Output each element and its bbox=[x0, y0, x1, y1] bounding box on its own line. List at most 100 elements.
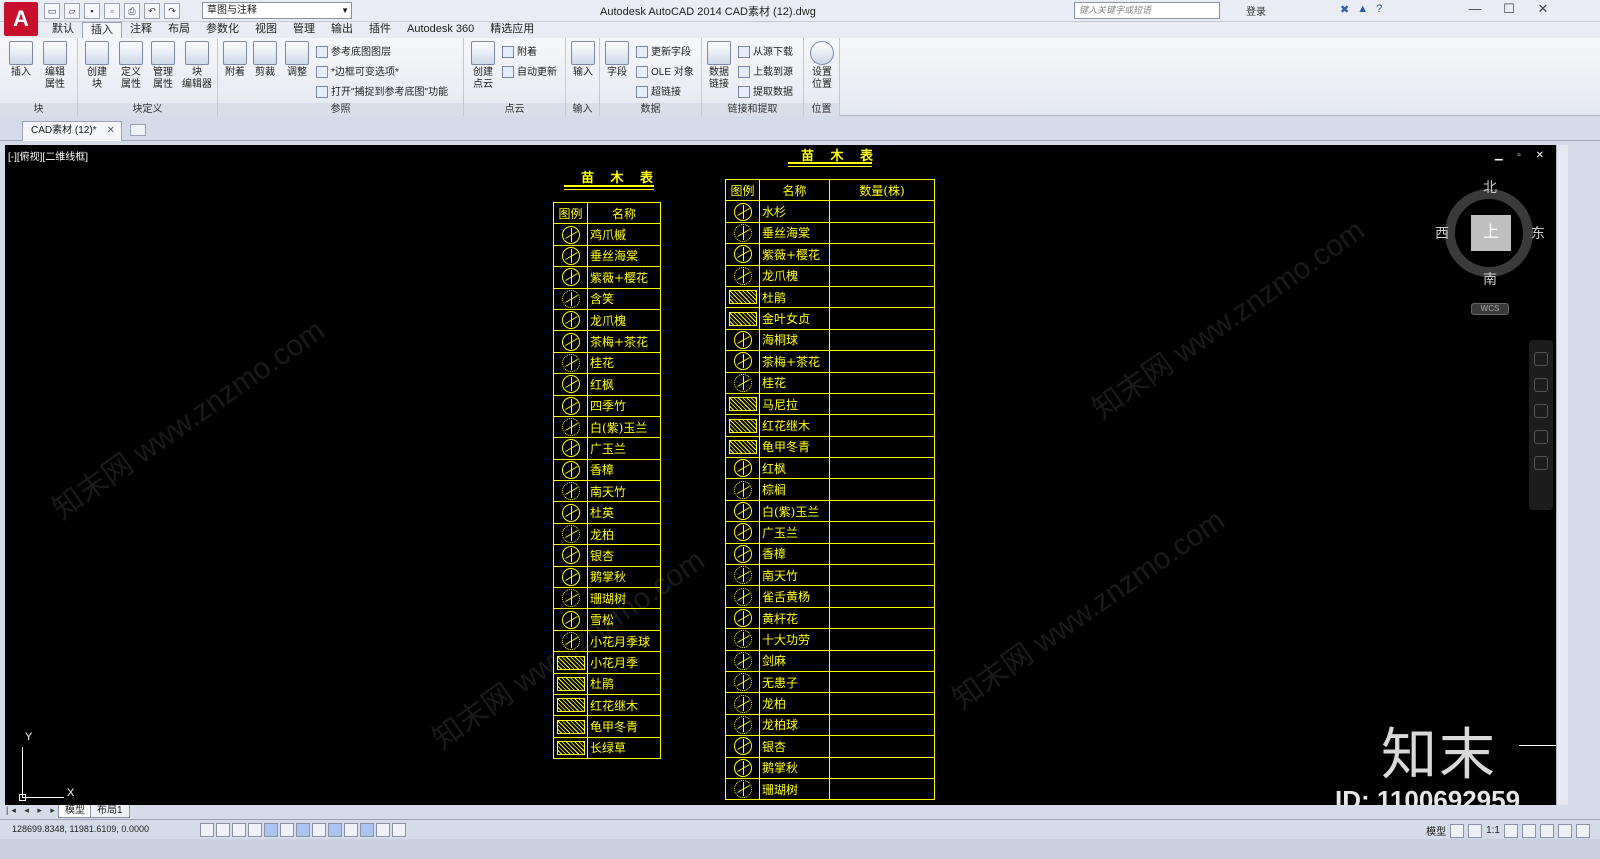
open-icon[interactable]: ▱ bbox=[64, 3, 80, 19]
snap-toggle[interactable] bbox=[200, 823, 214, 837]
qp-toggle[interactable] bbox=[376, 823, 390, 837]
tab-layout1[interactable]: 布局1 bbox=[90, 805, 130, 818]
polar-toggle[interactable] bbox=[248, 823, 262, 837]
field-button[interactable]: 字段 bbox=[602, 41, 632, 79]
login-button[interactable]: 登录 bbox=[1246, 3, 1266, 18]
panel-title[interactable]: 输入 bbox=[566, 103, 599, 116]
pan-icon[interactable] bbox=[1534, 378, 1548, 392]
maximize-button[interactable]: ☐ bbox=[1492, 0, 1526, 20]
pc-attach-button[interactable]: 附着 bbox=[502, 43, 537, 59]
app-menu-button[interactable]: A bbox=[4, 2, 38, 36]
tab-4[interactable]: 参数化 bbox=[198, 22, 247, 38]
drawing-viewport[interactable]: 知末网 www.znzmo.com 知末网 www.znzmo.com 知末网 … bbox=[5, 145, 1556, 805]
snap-underlay-button[interactable]: 打开"捕捉到参考底图"功能 bbox=[316, 83, 448, 99]
viewcube[interactable]: 上 北 南 东 西 bbox=[1435, 177, 1545, 287]
showmotion-icon[interactable] bbox=[1534, 456, 1548, 470]
orbit-icon[interactable] bbox=[1534, 430, 1548, 444]
set-location-button[interactable]: 设置 位置 bbox=[807, 41, 837, 91]
close-icon[interactable]: ✕ bbox=[107, 122, 115, 140]
compass-north[interactable]: 北 bbox=[1483, 177, 1497, 197]
panel-title[interactable]: 链接和提取 bbox=[702, 103, 803, 116]
panel-title[interactable]: 点云 bbox=[464, 103, 565, 116]
ole-object-button[interactable]: OLE 对象 bbox=[636, 63, 694, 79]
tab-1[interactable]: 插入 bbox=[82, 22, 122, 38]
otrack-toggle[interactable] bbox=[296, 823, 310, 837]
tab-3[interactable]: 布局 bbox=[160, 22, 198, 38]
viewcube-face[interactable]: 上 bbox=[1471, 215, 1511, 251]
upload-source-button[interactable]: 上载到源 bbox=[738, 63, 793, 79]
undo-icon[interactable]: ↶ bbox=[144, 3, 160, 19]
save-as-icon[interactable]: ▫ bbox=[104, 3, 120, 19]
update-fields-button[interactable]: 更新字段 bbox=[636, 43, 691, 59]
redo-icon[interactable]: ↷ bbox=[164, 3, 180, 19]
compass-west[interactable]: 西 bbox=[1435, 223, 1449, 243]
print-icon[interactable]: ⎙ bbox=[124, 3, 140, 19]
tab-2[interactable]: 注释 bbox=[122, 22, 160, 38]
viewport-controls[interactable]: ▁ ▫ ✕ bbox=[1495, 150, 1550, 161]
manage-attribute-button[interactable]: 管理 属性 bbox=[148, 41, 178, 91]
wcs-menu[interactable]: WCS bbox=[1471, 303, 1509, 315]
quick-view-drawings-icon[interactable] bbox=[1468, 823, 1483, 838]
ortho-toggle[interactable] bbox=[232, 823, 246, 837]
dyn-toggle[interactable] bbox=[328, 823, 342, 837]
tab-9[interactable]: Autodesk 360 bbox=[399, 22, 482, 38]
annotation-scale[interactable]: 1:1 bbox=[1486, 825, 1500, 836]
adjust-button[interactable]: 调整 bbox=[282, 41, 312, 79]
panel-title[interactable]: 块 bbox=[0, 103, 77, 116]
data-link-button[interactable]: 数据 链接 bbox=[704, 41, 734, 91]
underlay-layers-button[interactable]: 参考底图图层 bbox=[316, 43, 391, 59]
search-input[interactable]: 键入关键字或短语 bbox=[1074, 2, 1220, 19]
tab-5[interactable]: 视图 bbox=[247, 22, 285, 38]
tab-10[interactable]: 精选应用 bbox=[482, 22, 542, 38]
save-icon[interactable]: ▪ bbox=[84, 3, 100, 19]
tab-6[interactable]: 管理 bbox=[285, 22, 323, 38]
frame-options-select[interactable]: *边框可变选项* bbox=[316, 63, 399, 79]
tab-0[interactable]: 默认 bbox=[44, 22, 82, 38]
signin-icon[interactable]: ▲ bbox=[1357, 3, 1368, 16]
clip-button[interactable]: 剪裁 bbox=[250, 41, 280, 79]
edit-attribute-button[interactable]: 编辑 属性 bbox=[40, 41, 70, 91]
clean-screen-icon[interactable] bbox=[1576, 823, 1590, 838]
define-attribute-button[interactable]: 定义 属性 bbox=[116, 41, 146, 91]
steering-wheel-icon[interactable] bbox=[1534, 352, 1548, 366]
ducs-toggle[interactable] bbox=[312, 823, 326, 837]
extract-data-button[interactable]: 提取数据 bbox=[738, 83, 793, 99]
layout-nav-arrows[interactable]: |◂ ◂ ▸ ▸| bbox=[6, 805, 63, 816]
exchange-icon[interactable]: ✖ bbox=[1340, 3, 1349, 16]
lineweight-toggle[interactable] bbox=[344, 823, 358, 837]
import-button[interactable]: 输入 bbox=[568, 41, 598, 79]
viewport-label[interactable]: [-][俯视][二维线框] bbox=[8, 148, 88, 163]
workspace-switch-icon[interactable] bbox=[1522, 823, 1536, 838]
grid-toggle[interactable] bbox=[216, 823, 230, 837]
close-button[interactable]: ✕ bbox=[1526, 0, 1560, 20]
compass-south[interactable]: 南 bbox=[1483, 269, 1497, 289]
isolate-icon[interactable] bbox=[1558, 823, 1572, 838]
attach-button[interactable]: 附着 bbox=[220, 41, 250, 79]
help-icon[interactable]: ? bbox=[1376, 3, 1382, 16]
lock-icon[interactable] bbox=[1540, 823, 1554, 838]
compass-east[interactable]: 东 bbox=[1531, 223, 1545, 243]
coordinates-readout[interactable]: 128699.8348, 11981.6109, 0.0000 bbox=[12, 824, 149, 834]
block-editor-button[interactable]: 块 编辑器 bbox=[182, 41, 212, 91]
sc-toggle[interactable] bbox=[392, 823, 406, 837]
tab-8[interactable]: 插件 bbox=[361, 22, 399, 38]
quick-view-layouts-icon[interactable] bbox=[1450, 823, 1465, 838]
create-point-cloud-button[interactable]: 创建 点云 bbox=[468, 41, 498, 91]
osnap-toggle[interactable] bbox=[264, 823, 278, 837]
panel-title[interactable]: 参照 bbox=[218, 103, 463, 116]
vertical-scrollbar[interactable] bbox=[1556, 145, 1568, 805]
file-tab[interactable]: CAD素材 (12)* ✕ bbox=[22, 121, 122, 141]
3dosnap-toggle[interactable] bbox=[280, 823, 294, 837]
download-source-button[interactable]: 从源下载 bbox=[738, 43, 793, 59]
panel-title[interactable]: 位置 bbox=[804, 103, 839, 116]
zoom-icon[interactable] bbox=[1534, 404, 1548, 418]
new-tab-button[interactable] bbox=[130, 124, 146, 136]
model-space-button[interactable]: 模型 bbox=[1426, 823, 1446, 838]
annotation-visibility-icon[interactable] bbox=[1504, 823, 1518, 838]
tab-model[interactable]: 模型 bbox=[58, 805, 92, 818]
create-block-button[interactable]: 创建 块 bbox=[82, 41, 112, 91]
new-icon[interactable]: ▭ bbox=[44, 3, 60, 19]
tab-7[interactable]: 输出 bbox=[323, 22, 361, 38]
minimize-button[interactable]: — bbox=[1458, 0, 1492, 20]
insert-button[interactable]: 插入 bbox=[6, 41, 36, 79]
